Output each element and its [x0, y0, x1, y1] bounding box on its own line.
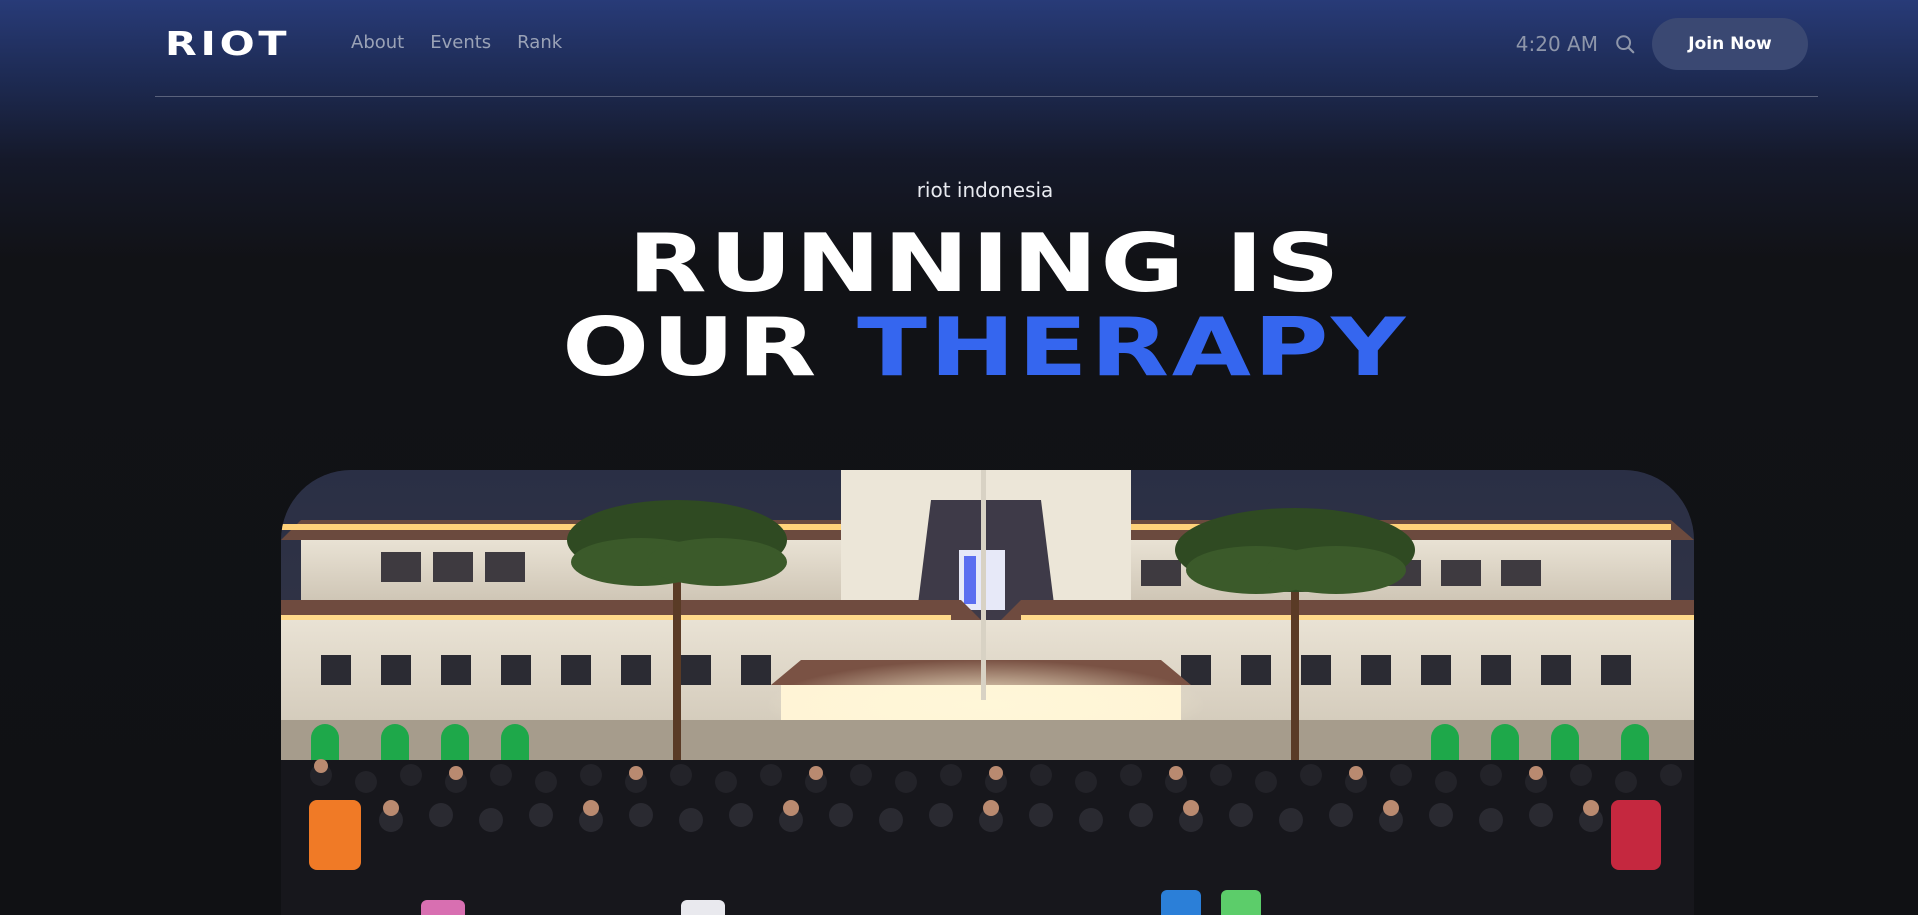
riot-logo[interactable]: RIOT [165, 27, 290, 60]
nav-link-rank[interactable]: Rank [517, 32, 562, 53]
group-photo-illustration [281, 470, 1694, 915]
search-icon[interactable] [1614, 33, 1636, 55]
nav-links: About Events Rank [351, 32, 562, 53]
eyebrow-text: riot indonesia [916, 178, 1054, 202]
page: RIOT About Events Rank 4:20 AM Join Now … [0, 0, 1918, 915]
nav-link-about[interactable]: About [351, 32, 404, 53]
hero-group-photo [281, 470, 1694, 915]
hero-headline: RUNNING IS OUR THERAPY [0, 222, 1918, 390]
headline-prefix: OUR [562, 301, 819, 394]
nav-link-events[interactable]: Events [430, 32, 491, 53]
join-now-button[interactable]: Join Now [1652, 18, 1808, 70]
top-navigation: RIOT About Events Rank 4:20 AM Join Now [155, 0, 1818, 97]
clock: 4:20 AM [1515, 32, 1598, 56]
headline-line-2: OUR THERAPY [0, 306, 1918, 390]
nav-right: 4:20 AM Join Now [1516, 18, 1808, 70]
headline-line-1: RUNNING IS [627, 217, 1343, 310]
headline-accent: THERAPY [857, 301, 1408, 394]
